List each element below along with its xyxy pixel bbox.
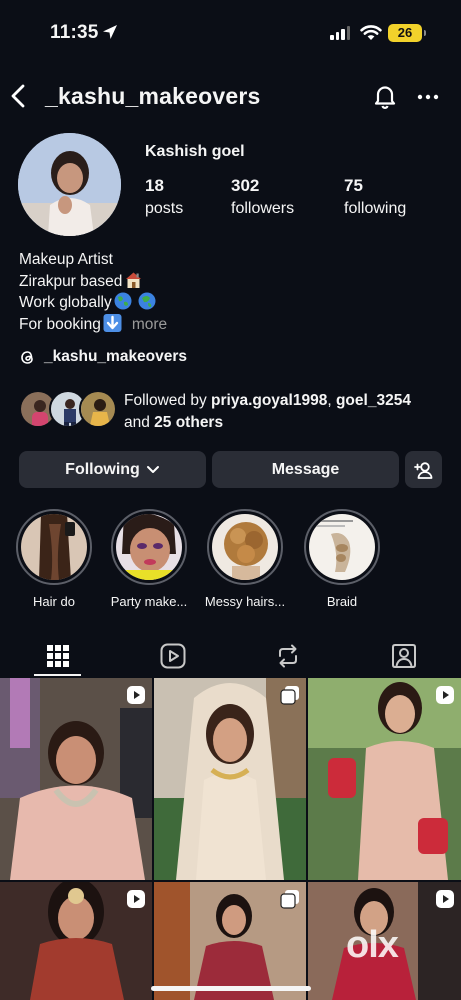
tab-tagged[interactable]	[346, 634, 461, 678]
more-options-icon[interactable]	[416, 85, 440, 109]
highlight-party-makeup[interactable]: Party make...	[101, 509, 197, 609]
post-thumbnail[interactable]	[154, 882, 306, 1000]
mutual-user-1[interactable]: priya.goyal1998	[211, 392, 327, 409]
reels-icon	[160, 643, 185, 669]
grid-icon	[46, 645, 69, 667]
profile-display-name: Kashish goel	[145, 143, 245, 160]
reel-badge-icon	[127, 890, 145, 908]
highlight-label: Messy hairs...	[204, 594, 286, 609]
profile-tabs	[0, 634, 461, 678]
active-tab-indicator	[34, 674, 81, 676]
cellular-signal-icon	[330, 26, 350, 40]
posts-label: posts	[145, 200, 184, 217]
message-button[interactable]: Message	[212, 451, 399, 488]
post-thumbnail[interactable]	[308, 678, 461, 880]
post-image	[154, 678, 306, 880]
followers-label: followers	[231, 200, 295, 217]
reel-badge-icon	[436, 686, 454, 704]
tagged-icon	[391, 644, 416, 668]
carousel-badge-icon	[280, 890, 299, 909]
location-arrow-icon	[103, 25, 117, 39]
posts-stat[interactable]: 18 posts	[145, 176, 183, 218]
post-image	[308, 678, 461, 880]
post-image	[0, 678, 152, 880]
wifi-icon	[360, 25, 382, 40]
bio-line: Makeup Artist	[19, 251, 113, 268]
bio-more-link[interactable]: more	[132, 316, 167, 333]
reel-badge-icon	[127, 686, 145, 704]
mutual-user-2[interactable]: goel_3254	[336, 392, 411, 409]
message-button-label: Message	[271, 460, 340, 478]
threads-handle: _kashu_makeovers	[44, 348, 188, 365]
highlight-label: Party make...	[110, 594, 188, 609]
post-thumbnail[interactable]	[0, 678, 152, 880]
highlight-cover	[21, 514, 87, 580]
threads-profile-link[interactable]: _kashu_makeovers	[19, 348, 187, 366]
avatar-photo	[18, 133, 121, 236]
bio-line: Zirakpur based	[19, 271, 167, 293]
back-chevron-icon[interactable]	[8, 82, 28, 110]
olx-watermark: olx	[346, 924, 399, 966]
home-indicator[interactable]	[151, 986, 311, 991]
reel-badge-icon	[436, 890, 454, 908]
mutual-avatars	[19, 390, 119, 430]
post-thumbnail[interactable]	[154, 678, 306, 880]
bio-line: Work globally	[19, 292, 167, 314]
following-count: 75	[344, 176, 363, 195]
tab-reposts[interactable]	[230, 634, 345, 678]
bio-line: For booking more	[19, 313, 168, 333]
highlight-messy-hairstyle[interactable]: Messy hairs...	[197, 509, 293, 609]
highlight-label: Braid	[326, 594, 358, 609]
carousel-badge-icon	[280, 686, 299, 705]
posts-count: 18	[145, 176, 164, 195]
house-emoji-icon	[126, 272, 142, 288]
highlight-cover	[116, 514, 182, 580]
suggest-users-button[interactable]	[405, 451, 442, 488]
highlight-label: Hair do	[33, 594, 75, 609]
followers-count: 302	[231, 176, 260, 195]
chevron-down-icon	[146, 465, 159, 473]
post-thumbnail[interactable]	[0, 882, 152, 1000]
battery-indicator: 26	[388, 24, 426, 42]
profile-header: _kashu_makeovers	[0, 72, 461, 120]
mutual-avatar	[79, 390, 117, 428]
status-time: 11:35	[50, 22, 99, 43]
threads-icon	[21, 350, 33, 364]
tab-posts-grid[interactable]	[0, 634, 115, 678]
highlight-braid[interactable]: Braid	[294, 509, 390, 609]
followed-by-text: Followed by priya.goyal1998, goel_3254 a…	[124, 392, 411, 431]
globe-emoji-icon	[114, 292, 156, 310]
tab-reels[interactable]	[115, 634, 230, 678]
mutual-others[interactable]: 25 others	[154, 414, 223, 431]
following-stat[interactable]: 75 following	[344, 176, 406, 218]
profile-avatar[interactable]	[18, 133, 121, 236]
bell-icon[interactable]	[371, 82, 399, 110]
down-arrow-emoji-icon	[103, 313, 122, 332]
profile-username: _kashu_makeovers	[45, 83, 261, 109]
reposts-icon	[278, 644, 297, 668]
add-user-icon	[413, 461, 432, 479]
highlight-hair-do[interactable]: Hair do	[6, 509, 102, 609]
highlight-cover	[309, 514, 375, 580]
following-label: following	[344, 200, 407, 217]
profile-bio: Makeup Artist Zirakpur based Work global…	[19, 249, 167, 335]
following-button[interactable]: Following	[19, 451, 206, 488]
followers-stat[interactable]: 302 followers	[231, 176, 294, 218]
status-bar: 11:35 26	[0, 0, 461, 62]
following-button-label: Following	[65, 460, 140, 478]
highlight-cover	[212, 514, 278, 580]
